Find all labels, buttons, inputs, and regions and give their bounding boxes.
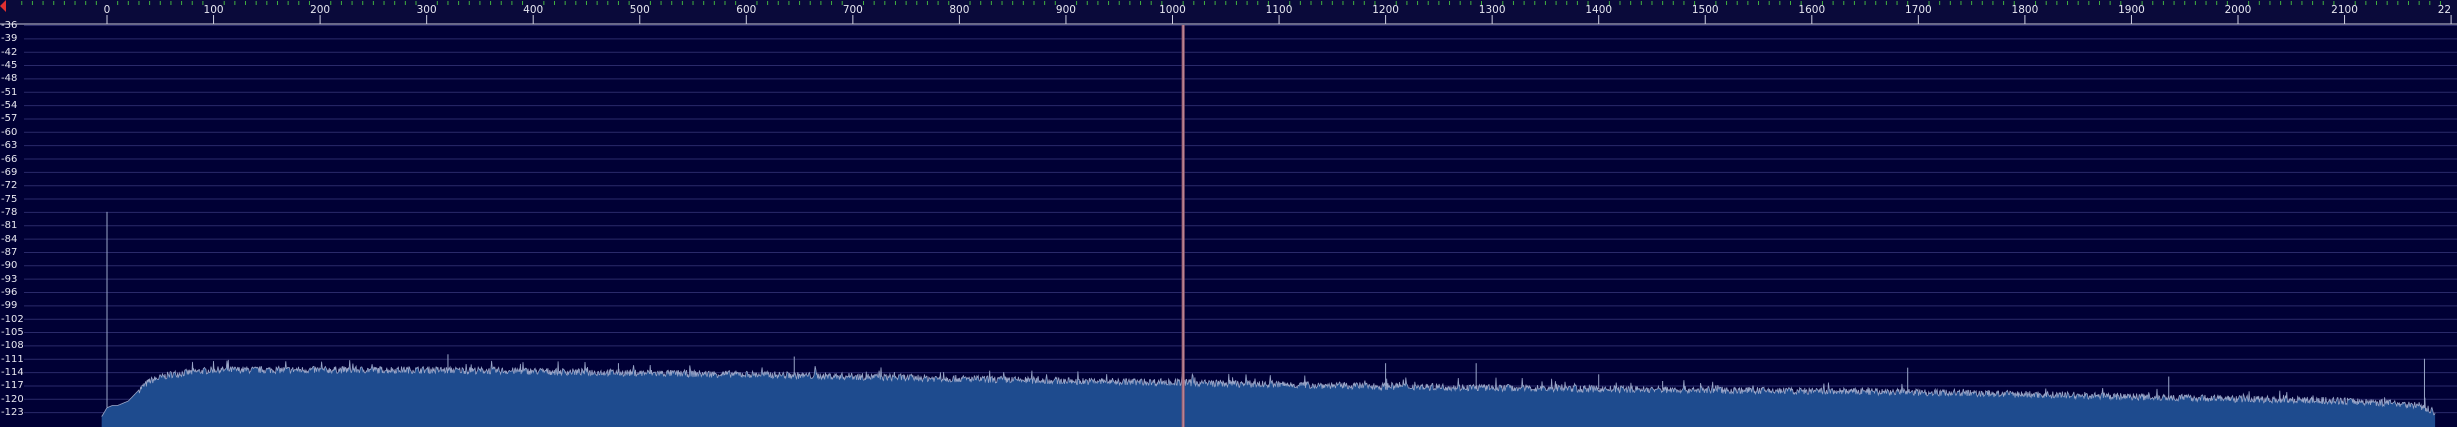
ruler-tick-label: 800 [949, 4, 969, 16]
ruler-scale: 0 100 200 300 400 500 600 700 800 900 1000 1100 1200… [0, 1, 2457, 25]
ruler-tick-label: 0 [104, 4, 111, 16]
ruler-tick-label: 300 [417, 4, 437, 16]
ruler-tick-label: 1000 [1159, 4, 1186, 16]
ruler-tick-label: 1700 [1905, 4, 1932, 16]
ruler-tick-label: 200 [310, 4, 330, 16]
ruler-tick-label: 1800 [2012, 4, 2039, 16]
ruler-tick-label: 1600 [1798, 4, 1825, 16]
ruler-tick-label: 500 [630, 4, 650, 16]
ruler-tick-label: 700 [843, 4, 863, 16]
ruler-tick-label: 1100 [1266, 4, 1293, 16]
ruler-tick-label: 400 [523, 4, 543, 16]
ruler-tick-label: 2100 [2331, 4, 2358, 16]
ruler-tick-label: 1900 [2118, 4, 2145, 16]
spectrum-plot[interactable] [0, 25, 2457, 427]
ruler-tick-label: 600 [736, 4, 756, 16]
spectrum-analyzer-window: 0 100 200 300 400 500 600 700 800 900 1000 1100 1200… [0, 0, 2457, 427]
ruler-tick-label: 100 [204, 4, 224, 16]
ruler-tick-label: 900 [1056, 4, 1076, 16]
ruler-tick-label: 2000 [2225, 4, 2252, 16]
ruler-tick-label: 1500 [1692, 4, 1719, 16]
marker-shape [0, 0, 6, 12]
ruler-tick-label: 1300 [1479, 4, 1506, 16]
ruler-tick-label: 1200 [1372, 4, 1399, 16]
ruler-tick-label: 1400 [1585, 4, 1612, 16]
ruler-tick-label: 22 [2438, 4, 2451, 16]
frequency-marker-icon[interactable] [0, 0, 8, 12]
frequency-ruler[interactable]: 0 100 200 300 400 500 600 700 800 900 1000 1100 1200… [0, 0, 2457, 25]
